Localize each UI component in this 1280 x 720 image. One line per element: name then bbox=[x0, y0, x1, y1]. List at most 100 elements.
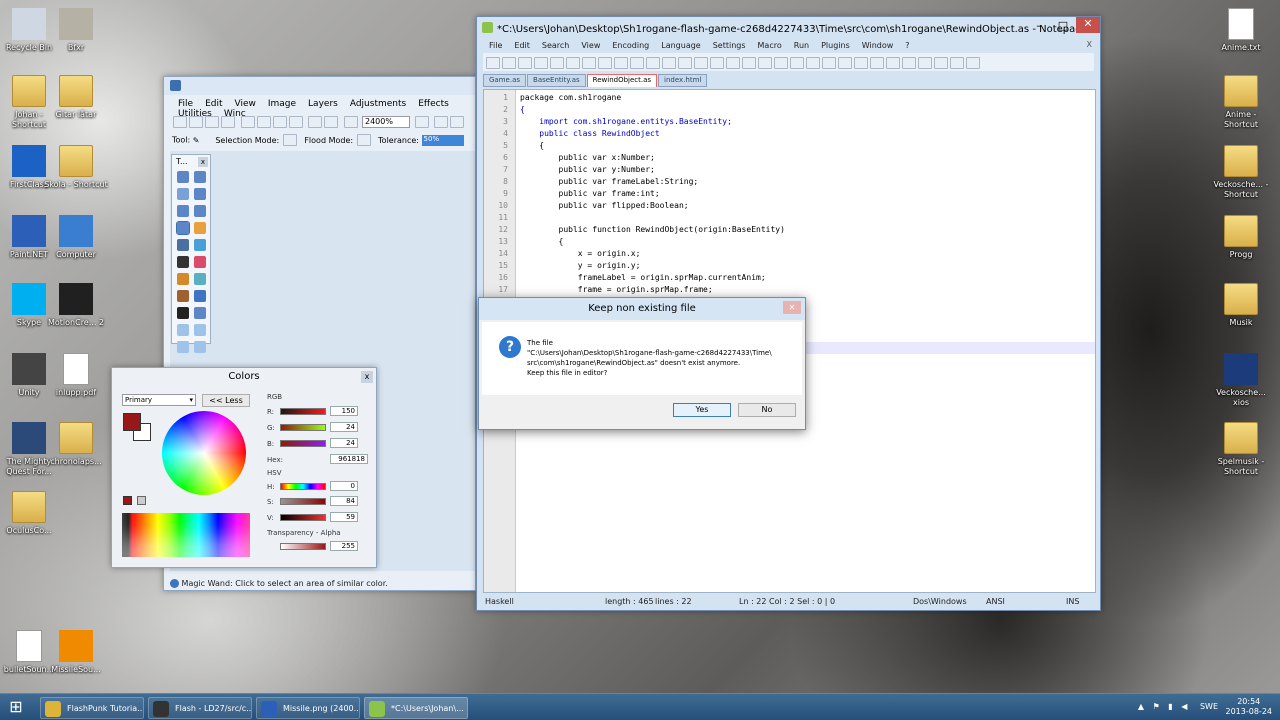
clock[interactable]: 20:54 2013-08-24 bbox=[1226, 697, 1273, 717]
indent-guide-icon[interactable] bbox=[806, 57, 820, 69]
menu-item[interactable]: ? bbox=[899, 41, 915, 50]
all-chars-icon[interactable] bbox=[790, 57, 804, 69]
move-selection-icon[interactable] bbox=[194, 171, 206, 183]
b-slider[interactable] bbox=[280, 440, 326, 447]
menu-item[interactable]: Edit bbox=[508, 41, 536, 50]
copy-icon[interactable] bbox=[614, 57, 628, 69]
play-icon[interactable] bbox=[902, 57, 916, 69]
tray-chevron-icon[interactable]: ▲ bbox=[1138, 702, 1144, 711]
open-icon[interactable] bbox=[502, 57, 516, 69]
hex-input[interactable]: 961818 bbox=[330, 454, 368, 464]
save-macro-icon[interactable] bbox=[934, 57, 948, 69]
network-icon[interactable]: ▮ bbox=[1168, 702, 1172, 711]
lang-icon[interactable] bbox=[822, 57, 836, 69]
primary-color-swatch[interactable] bbox=[123, 413, 141, 431]
magic-wand-icon[interactable]: ✎ bbox=[193, 136, 207, 145]
selection-mode-select[interactable] bbox=[282, 134, 297, 146]
taskbar-button[interactable]: FlashPunk Tutoria... bbox=[40, 697, 144, 719]
paintbrush-icon[interactable] bbox=[177, 256, 189, 268]
zoom-in-icon[interactable] bbox=[414, 116, 429, 128]
color-target-select[interactable]: Primary ▾ bbox=[122, 394, 196, 406]
v-slider[interactable] bbox=[280, 514, 326, 521]
taskbar-button[interactable]: Flash - LD27/src/c... bbox=[148, 697, 252, 719]
taskbar-button[interactable]: *C:\Users\Johan\... bbox=[364, 697, 468, 719]
no-button[interactable]: No bbox=[738, 403, 796, 417]
open-icon[interactable] bbox=[189, 116, 203, 128]
menu-item[interactable]: Run bbox=[788, 41, 815, 50]
close-icon[interactable]: x bbox=[198, 157, 208, 167]
close-icon[interactable]: ✕ bbox=[1076, 17, 1100, 33]
less-button[interactable]: << Less bbox=[202, 394, 250, 407]
undo-icon[interactable] bbox=[646, 57, 660, 69]
notepadpp-titlebar[interactable]: *C:\Users\Johan\Desktop\Sh1rogane-flash-… bbox=[477, 17, 1100, 39]
g-slider[interactable] bbox=[280, 424, 326, 431]
menu-item[interactable]: View bbox=[229, 99, 262, 109]
sync-v-icon[interactable] bbox=[742, 57, 756, 69]
yes-button[interactable]: Yes bbox=[673, 403, 731, 417]
magic-wand-icon[interactable] bbox=[176, 221, 190, 235]
menu-item[interactable]: Adjustments bbox=[344, 99, 412, 109]
tab-game-as[interactable]: Game.as bbox=[483, 74, 527, 87]
palette[interactable] bbox=[122, 513, 250, 557]
tab-baseentity-as[interactable]: BaseEntity.as bbox=[527, 74, 586, 87]
zoom-icon[interactable] bbox=[194, 205, 206, 217]
wrap-icon[interactable] bbox=[774, 57, 788, 69]
rounded-rectangle-icon[interactable] bbox=[194, 324, 206, 336]
tolerance-slider[interactable]: 50% bbox=[421, 134, 464, 146]
paste-icon[interactable] bbox=[272, 116, 287, 128]
lang-indicator[interactable]: SWE bbox=[1200, 702, 1218, 711]
clone-stamp-icon[interactable] bbox=[177, 290, 189, 302]
desktop-icon[interactable]: inlupp.pdf bbox=[44, 353, 108, 398]
lasso-select-icon[interactable] bbox=[177, 188, 189, 200]
close-all-icon[interactable] bbox=[566, 57, 580, 69]
menu-item[interactable]: Settings bbox=[707, 41, 752, 50]
record-icon[interactable] bbox=[870, 57, 884, 69]
tab-index-html[interactable]: index.html bbox=[658, 74, 708, 87]
print-icon[interactable] bbox=[582, 57, 596, 69]
recolor-icon[interactable] bbox=[194, 290, 206, 302]
desktop-icon[interactable]: chronolaps... bbox=[44, 422, 108, 467]
g-input[interactable]: 24 bbox=[330, 422, 358, 432]
reset-colors-icon[interactable] bbox=[137, 496, 146, 505]
b-input[interactable]: 24 bbox=[330, 438, 358, 448]
close-icon[interactable] bbox=[550, 57, 564, 69]
rectangle-icon[interactable] bbox=[177, 324, 189, 336]
paintnet-titlebar[interactable] bbox=[164, 77, 475, 95]
volume-icon[interactable]: ◀ bbox=[1181, 702, 1187, 711]
maximize-icon[interactable]: □ bbox=[1052, 19, 1074, 33]
move-selected-icon[interactable] bbox=[194, 188, 206, 200]
replace-icon[interactable] bbox=[694, 57, 708, 69]
h-input[interactable]: 0 bbox=[330, 481, 358, 491]
taskbar-button[interactable]: Missile.png (2400... bbox=[256, 697, 360, 719]
desktop-icon[interactable]: Musik bbox=[1209, 283, 1273, 328]
pencil-icon[interactable] bbox=[177, 273, 189, 285]
gradient-icon[interactable] bbox=[194, 239, 206, 251]
rect-select-icon[interactable] bbox=[177, 171, 189, 183]
units-icon[interactable] bbox=[450, 116, 464, 128]
desktop-icon[interactable]: Computer bbox=[44, 215, 108, 260]
line-curve-icon[interactable] bbox=[194, 307, 206, 319]
minimize-icon[interactable]: – bbox=[1028, 19, 1050, 33]
stop-icon[interactable] bbox=[886, 57, 900, 69]
desktop-icon[interactable]: Skola - Shortcut bbox=[44, 145, 108, 190]
desktop-icon[interactable]: Progg bbox=[1209, 215, 1273, 260]
redo-icon[interactable] bbox=[324, 116, 338, 128]
desktop-icon[interactable]: Anime - Shortcut bbox=[1209, 75, 1273, 130]
alpha-slider[interactable] bbox=[280, 543, 326, 550]
menu-item[interactable]: Plugins bbox=[815, 41, 856, 50]
menu-item[interactable]: Image bbox=[262, 99, 302, 109]
r-input[interactable]: 150 bbox=[330, 406, 358, 416]
v-input[interactable]: 59 bbox=[330, 512, 358, 522]
text-icon[interactable] bbox=[177, 307, 189, 319]
menu-item[interactable]: Macro bbox=[752, 41, 788, 50]
sync-h-icon[interactable] bbox=[758, 57, 772, 69]
desktop-icon[interactable]: OculusCo... bbox=[0, 491, 61, 536]
s-slider[interactable] bbox=[280, 498, 326, 505]
pan-icon[interactable] bbox=[194, 222, 206, 234]
menu-item[interactable]: Language bbox=[655, 41, 706, 50]
paste-icon[interactable] bbox=[630, 57, 644, 69]
start-button[interactable]: ⊞ bbox=[4, 696, 28, 718]
close-icon[interactable]: ✕ bbox=[783, 301, 801, 314]
desktop-icon[interactable]: MissileSou... bbox=[44, 630, 108, 675]
undo-icon[interactable] bbox=[308, 116, 322, 128]
